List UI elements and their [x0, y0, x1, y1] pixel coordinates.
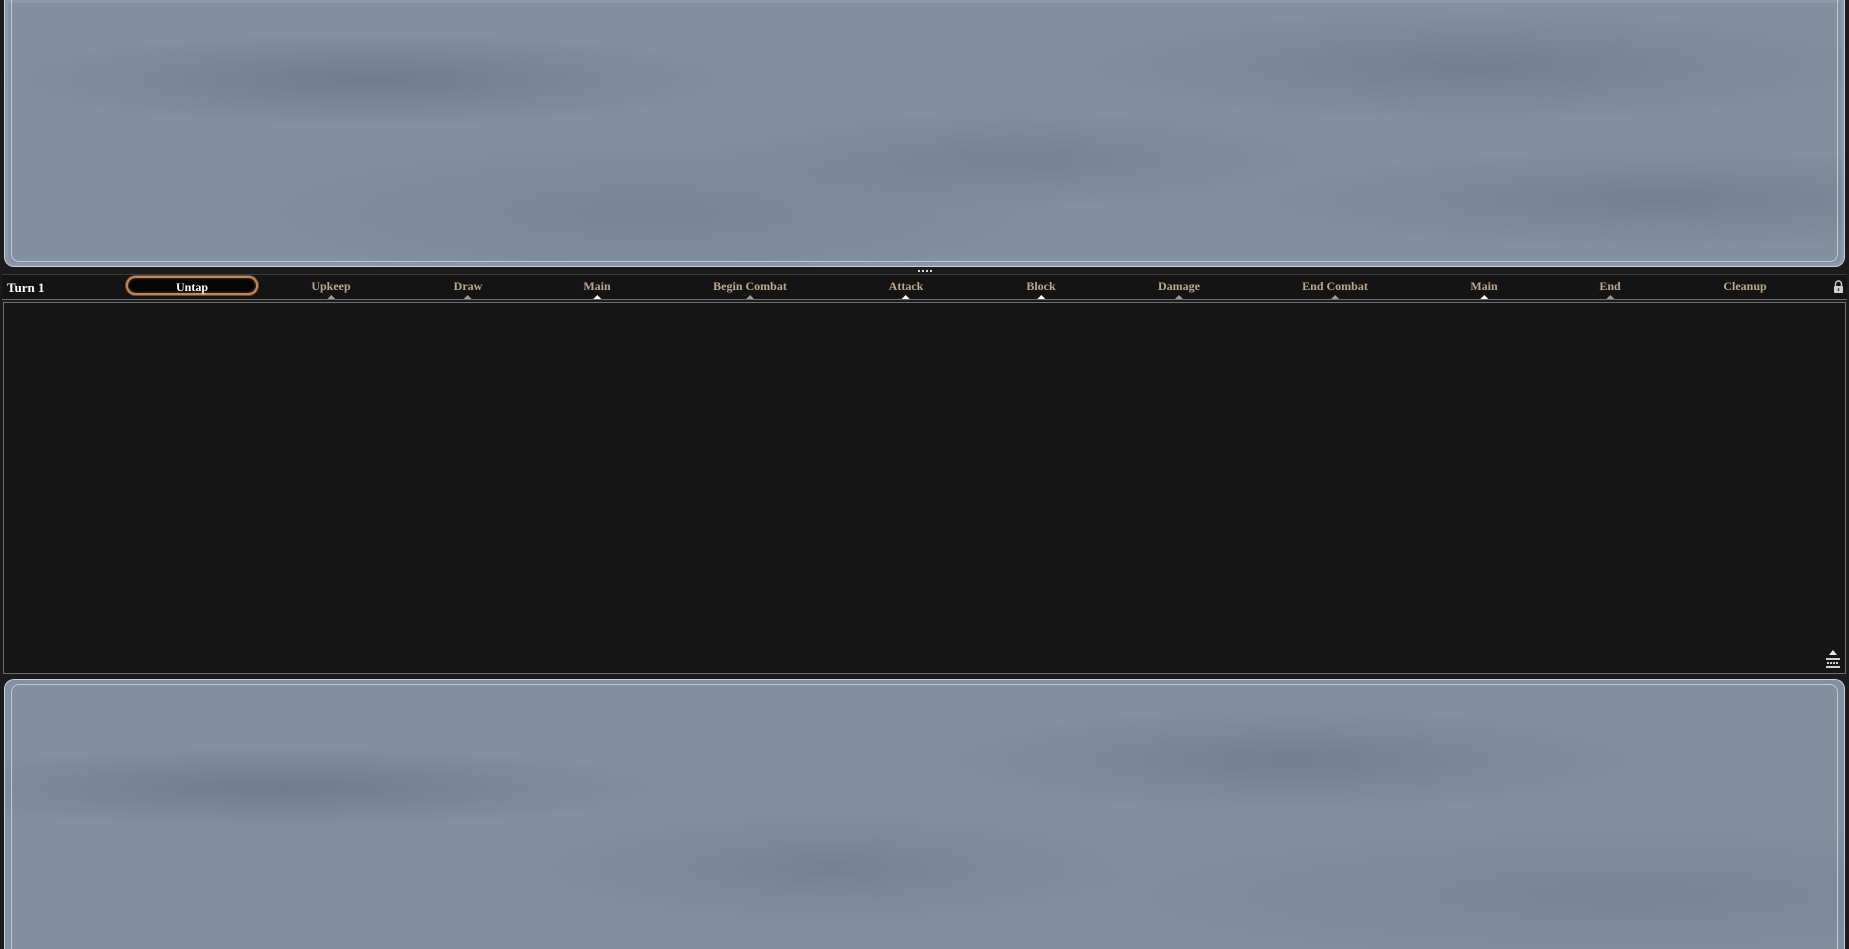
phase-marker-icon: [1175, 295, 1183, 299]
phase-cleanup[interactable]: Cleanup: [1723, 279, 1766, 294]
phase-label: Damage: [1158, 279, 1200, 293]
phase-marker-icon: [1605, 295, 1614, 299]
phase-marker-icon: [327, 295, 335, 299]
phase-label: Block: [1026, 279, 1056, 293]
phase-label: Begin Combat: [713, 279, 787, 293]
phase-upkeep[interactable]: Upkeep: [311, 279, 351, 299]
phase-label: End Combat: [1302, 279, 1368, 293]
player-battlefield-border: [11, 684, 1838, 949]
phase-untap-active[interactable]: Untap: [126, 276, 258, 295]
phase-begin-combat[interactable]: Begin Combat: [713, 279, 787, 299]
phase-marker-icon: [593, 295, 601, 299]
phase-marker-icon: [463, 295, 472, 299]
phase-marker-icon: [1037, 295, 1045, 299]
lock-icon[interactable]: [1833, 280, 1844, 294]
phase-main-1[interactable]: Main: [583, 279, 611, 299]
phase-attack[interactable]: Attack: [888, 279, 924, 299]
opponent-battlefield-border: [11, 0, 1838, 262]
phase-label: Main: [583, 279, 611, 293]
expand-up-icon[interactable]: [1825, 649, 1841, 669]
phase-label: Cleanup: [1723, 279, 1767, 293]
phase-label: End: [1599, 279, 1621, 293]
phase-label: Draw: [453, 279, 483, 293]
phase-end-combat[interactable]: End Combat: [1302, 279, 1368, 299]
phase-end[interactable]: End: [1599, 279, 1621, 299]
opponent-battlefield[interactable]: [4, 0, 1845, 267]
phase-marker-icon: [1331, 295, 1339, 299]
game-table: Turn 1 Untap Upkeep Draw Main Begin Comb…: [0, 0, 1849, 949]
phase-marker-icon: [745, 295, 754, 299]
stack-zone[interactable]: [3, 302, 1846, 674]
phase-label: Main: [1470, 279, 1498, 293]
turn-label: Turn 1: [7, 280, 45, 295]
phase-marker-icon: [1480, 295, 1488, 299]
phase-label: Attack: [888, 279, 924, 293]
phase-bar: Turn 1 Untap Upkeep Draw Main Begin Comb…: [2, 274, 1847, 300]
phase-damage[interactable]: Damage: [1158, 279, 1200, 299]
phase-marker-icon: [901, 295, 910, 299]
phase-label: Upkeep: [311, 279, 351, 293]
phase-draw[interactable]: Draw: [453, 279, 483, 299]
phase-main-2[interactable]: Main: [1470, 279, 1498, 299]
phase-block[interactable]: Block: [1026, 279, 1056, 299]
player-battlefield[interactable]: [4, 679, 1845, 949]
